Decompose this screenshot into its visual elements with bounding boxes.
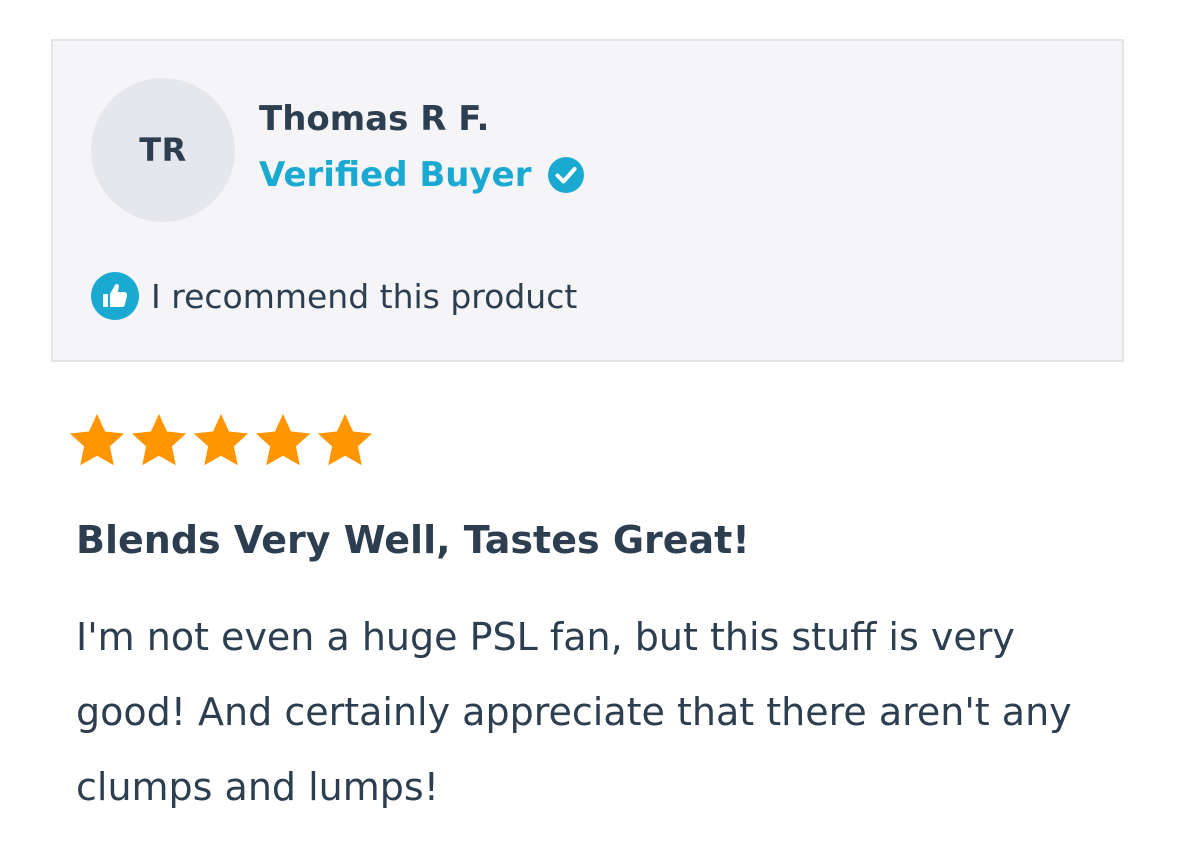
review-body: I'm not even a huge PSL fan, but this st…	[76, 615, 1072, 809]
star-icon	[314, 410, 376, 472]
reviewer-name: Thomas R F.	[259, 99, 490, 139]
recommend-text: I recommend this product	[151, 276, 578, 316]
avatar: TR	[91, 78, 235, 222]
verified-buyer-label: Verified Buyer	[259, 155, 532, 195]
recommend-row: I recommend this product	[91, 272, 577, 320]
reviewer-card: TR Thomas R F. Verified Buyer I recommen…	[51, 39, 1124, 362]
star-icon	[190, 410, 252, 472]
verified-buyer-badge: Verified Buyer	[259, 155, 585, 195]
review-title: Blends Very Well, Tastes Great!	[76, 518, 750, 562]
star-rating	[66, 410, 376, 472]
star-icon	[66, 410, 128, 472]
avatar-initials: TR	[139, 131, 187, 169]
verified-check-icon	[547, 156, 585, 194]
star-icon	[252, 410, 314, 472]
star-icon	[128, 410, 190, 472]
thumbs-up-icon	[91, 272, 139, 320]
